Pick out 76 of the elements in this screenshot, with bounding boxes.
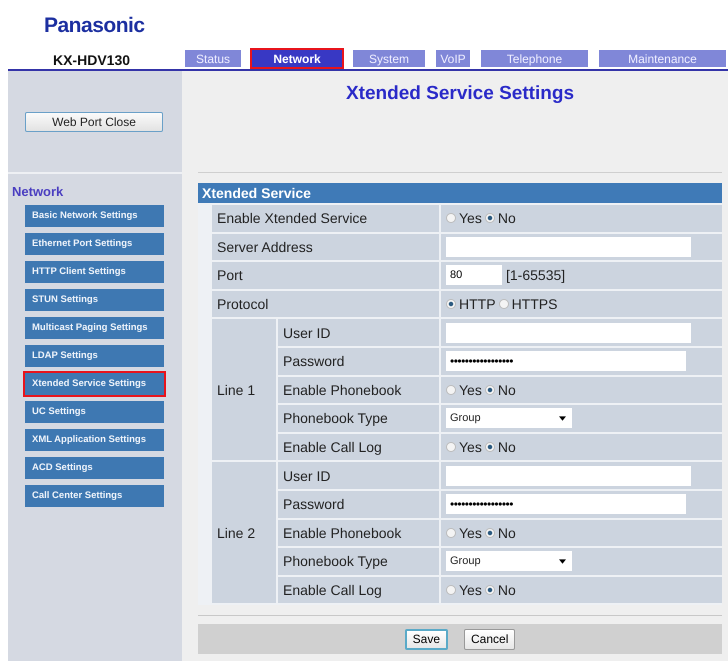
field-label: Protocol (212, 290, 439, 318)
field-label: Enable Call Log (278, 434, 439, 460)
option-label: Yes (459, 439, 482, 456)
sidebar-item[interactable]: Multicast Paging Settings (23, 315, 166, 341)
sidebar-item[interactable]: LDAP Settings (23, 343, 166, 369)
form-button[interactable]: Save (404, 628, 448, 650)
sidebar-item[interactable]: HTTP Client Settings (23, 259, 166, 285)
option-label: No (498, 524, 516, 541)
radio-button[interactable] (446, 384, 456, 395)
option-label: HTTPS (512, 296, 558, 312)
radio-button[interactable] (484, 442, 495, 452)
option-label: Yes (459, 382, 482, 398)
field-label: Phonebook Type (278, 548, 439, 575)
option-label: Yes (459, 582, 482, 598)
field-label: Enable Phonebook (278, 376, 439, 404)
radio-button[interactable] (446, 213, 456, 224)
field-label: User ID (278, 319, 439, 346)
nav-tab[interactable]: Status (183, 48, 243, 69)
option-label: HTTP (459, 296, 496, 312)
password-field[interactable]: ••••••••••••••••• (446, 351, 686, 372)
dropdown[interactable]: Group (446, 551, 572, 572)
nav-tab[interactable]: Maintenance (597, 48, 728, 69)
radio-button[interactable] (446, 442, 456, 452)
radio-button[interactable] (484, 213, 495, 224)
input-field[interactable] (446, 236, 691, 257)
dropdown[interactable]: Group (446, 408, 572, 428)
sidebar-item[interactable]: Call Center Settings (23, 483, 166, 509)
field-label: Enable Xtended Service (212, 205, 439, 232)
option-label: No (498, 582, 516, 598)
field-label: Phonebook Type (278, 405, 439, 432)
nav-tab[interactable]: Telephone (479, 48, 590, 69)
option-label: No (498, 210, 516, 226)
sidebar-item[interactable]: Ethernet Port Settings (23, 231, 166, 257)
radio-button[interactable] (484, 585, 495, 596)
radio-button[interactable] (484, 384, 495, 395)
line-label: Line 2 (217, 524, 256, 541)
caret-icon (559, 416, 566, 421)
radio-button[interactable] (446, 299, 456, 310)
nav-tab[interactable]: Network (250, 48, 344, 69)
option-label: No (498, 382, 516, 398)
radio-button[interactable] (446, 585, 456, 596)
sidebar-item[interactable]: Xtended Service Settings (23, 371, 166, 397)
sidebar-item[interactable]: STUN Settings (23, 287, 166, 313)
option-label: No (498, 439, 516, 456)
sidebar-item[interactable]: XML Application Settings (23, 427, 166, 453)
option-label: Yes (459, 210, 482, 226)
input-field[interactable] (446, 466, 691, 486)
sidebar-item[interactable]: Basic Network Settings (23, 203, 166, 229)
field-label: Server Address (212, 234, 439, 260)
field-label: Port (212, 262, 439, 289)
model-name: KX-HDV130 (52, 52, 132, 68)
form-button[interactable]: Cancel (464, 628, 516, 650)
section-header: Xtended Service (198, 183, 722, 203)
field-label: Password (278, 490, 439, 518)
field-label: Enable Call Log (278, 576, 439, 604)
page-title: Xtended Service Settings (344, 83, 576, 105)
nav-tab[interactable]: System (351, 48, 427, 69)
option-label: Yes (459, 524, 482, 541)
input-field[interactable] (446, 322, 691, 343)
line-label: Line 1 (217, 382, 256, 398)
caret-icon (559, 558, 566, 564)
radio-button[interactable] (484, 528, 495, 538)
field-label: Enable Phonebook (278, 520, 439, 546)
sidebar-item[interactable]: ACD Settings (23, 455, 166, 481)
password-field[interactable]: ••••••••••••••••• (446, 494, 686, 514)
sidebar-item[interactable]: UC Settings (23, 399, 166, 425)
web-port-close-button[interactable]: Web Port Close (25, 112, 163, 132)
radio-button[interactable] (446, 528, 456, 538)
range-hint: [1-65535] (506, 267, 566, 284)
field-label: User ID (278, 462, 439, 489)
field-label: Password (278, 348, 439, 375)
brand-logo: Panasonic (44, 14, 145, 38)
radio-button[interactable] (498, 299, 509, 310)
nav-tab[interactable]: VoIP (434, 48, 472, 69)
port-field[interactable]: 80 (446, 265, 502, 286)
sidebar-heading: Network (11, 184, 64, 199)
